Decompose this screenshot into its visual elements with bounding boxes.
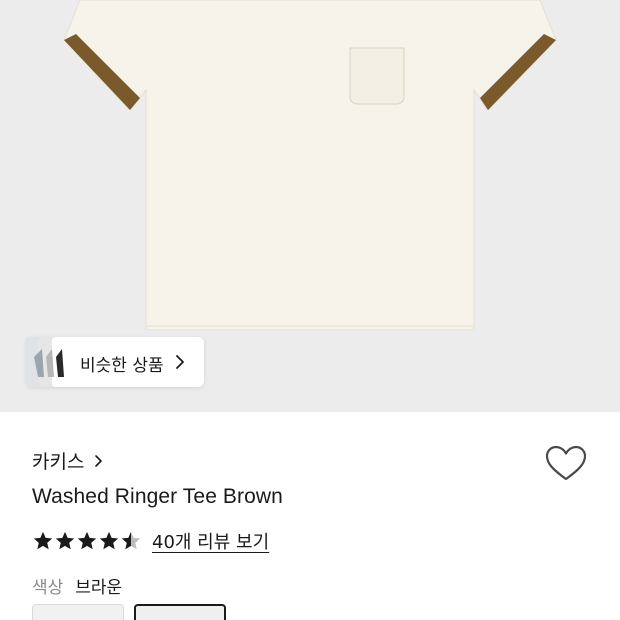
wishlist-heart-icon[interactable] — [546, 446, 586, 482]
product-title: Washed Ringer Tee Brown — [32, 485, 283, 508]
product-image-area[interactable]: 비슷한 상품 — [0, 0, 620, 412]
chevron-right-icon — [95, 454, 103, 467]
brand-name: 카키스 — [32, 451, 85, 473]
similar-thumbnails — [26, 337, 84, 387]
color-swatch-selected[interactable] — [134, 604, 226, 620]
shirt-body — [63, 0, 557, 331]
chevron-right-icon — [176, 355, 184, 369]
brand-link[interactable]: 카키스 — [32, 447, 104, 474]
color-label: 색상 — [32, 578, 64, 598]
star-full-icon — [33, 531, 53, 550]
rating-row: 40개 리뷰 보기 — [32, 528, 269, 554]
star-full-icon — [55, 531, 75, 550]
shirt-pocket — [349, 47, 405, 105]
rating-stars — [32, 530, 142, 552]
similar-products-label: 비슷한 상품 — [80, 356, 164, 376]
star-full-icon — [77, 531, 97, 550]
review-link[interactable]: 40개 리뷰 보기 — [152, 528, 269, 554]
color-swatch[interactable] — [32, 604, 124, 620]
star-half-icon — [121, 531, 141, 550]
color-value: 브라운 — [75, 578, 123, 598]
shirt-thumbnail-icon — [34, 349, 64, 377]
similar-products-button[interactable]: 비슷한 상품 — [26, 337, 204, 387]
star-full-icon — [99, 531, 119, 550]
color-option-row: 색상 브라운 — [32, 573, 122, 598]
